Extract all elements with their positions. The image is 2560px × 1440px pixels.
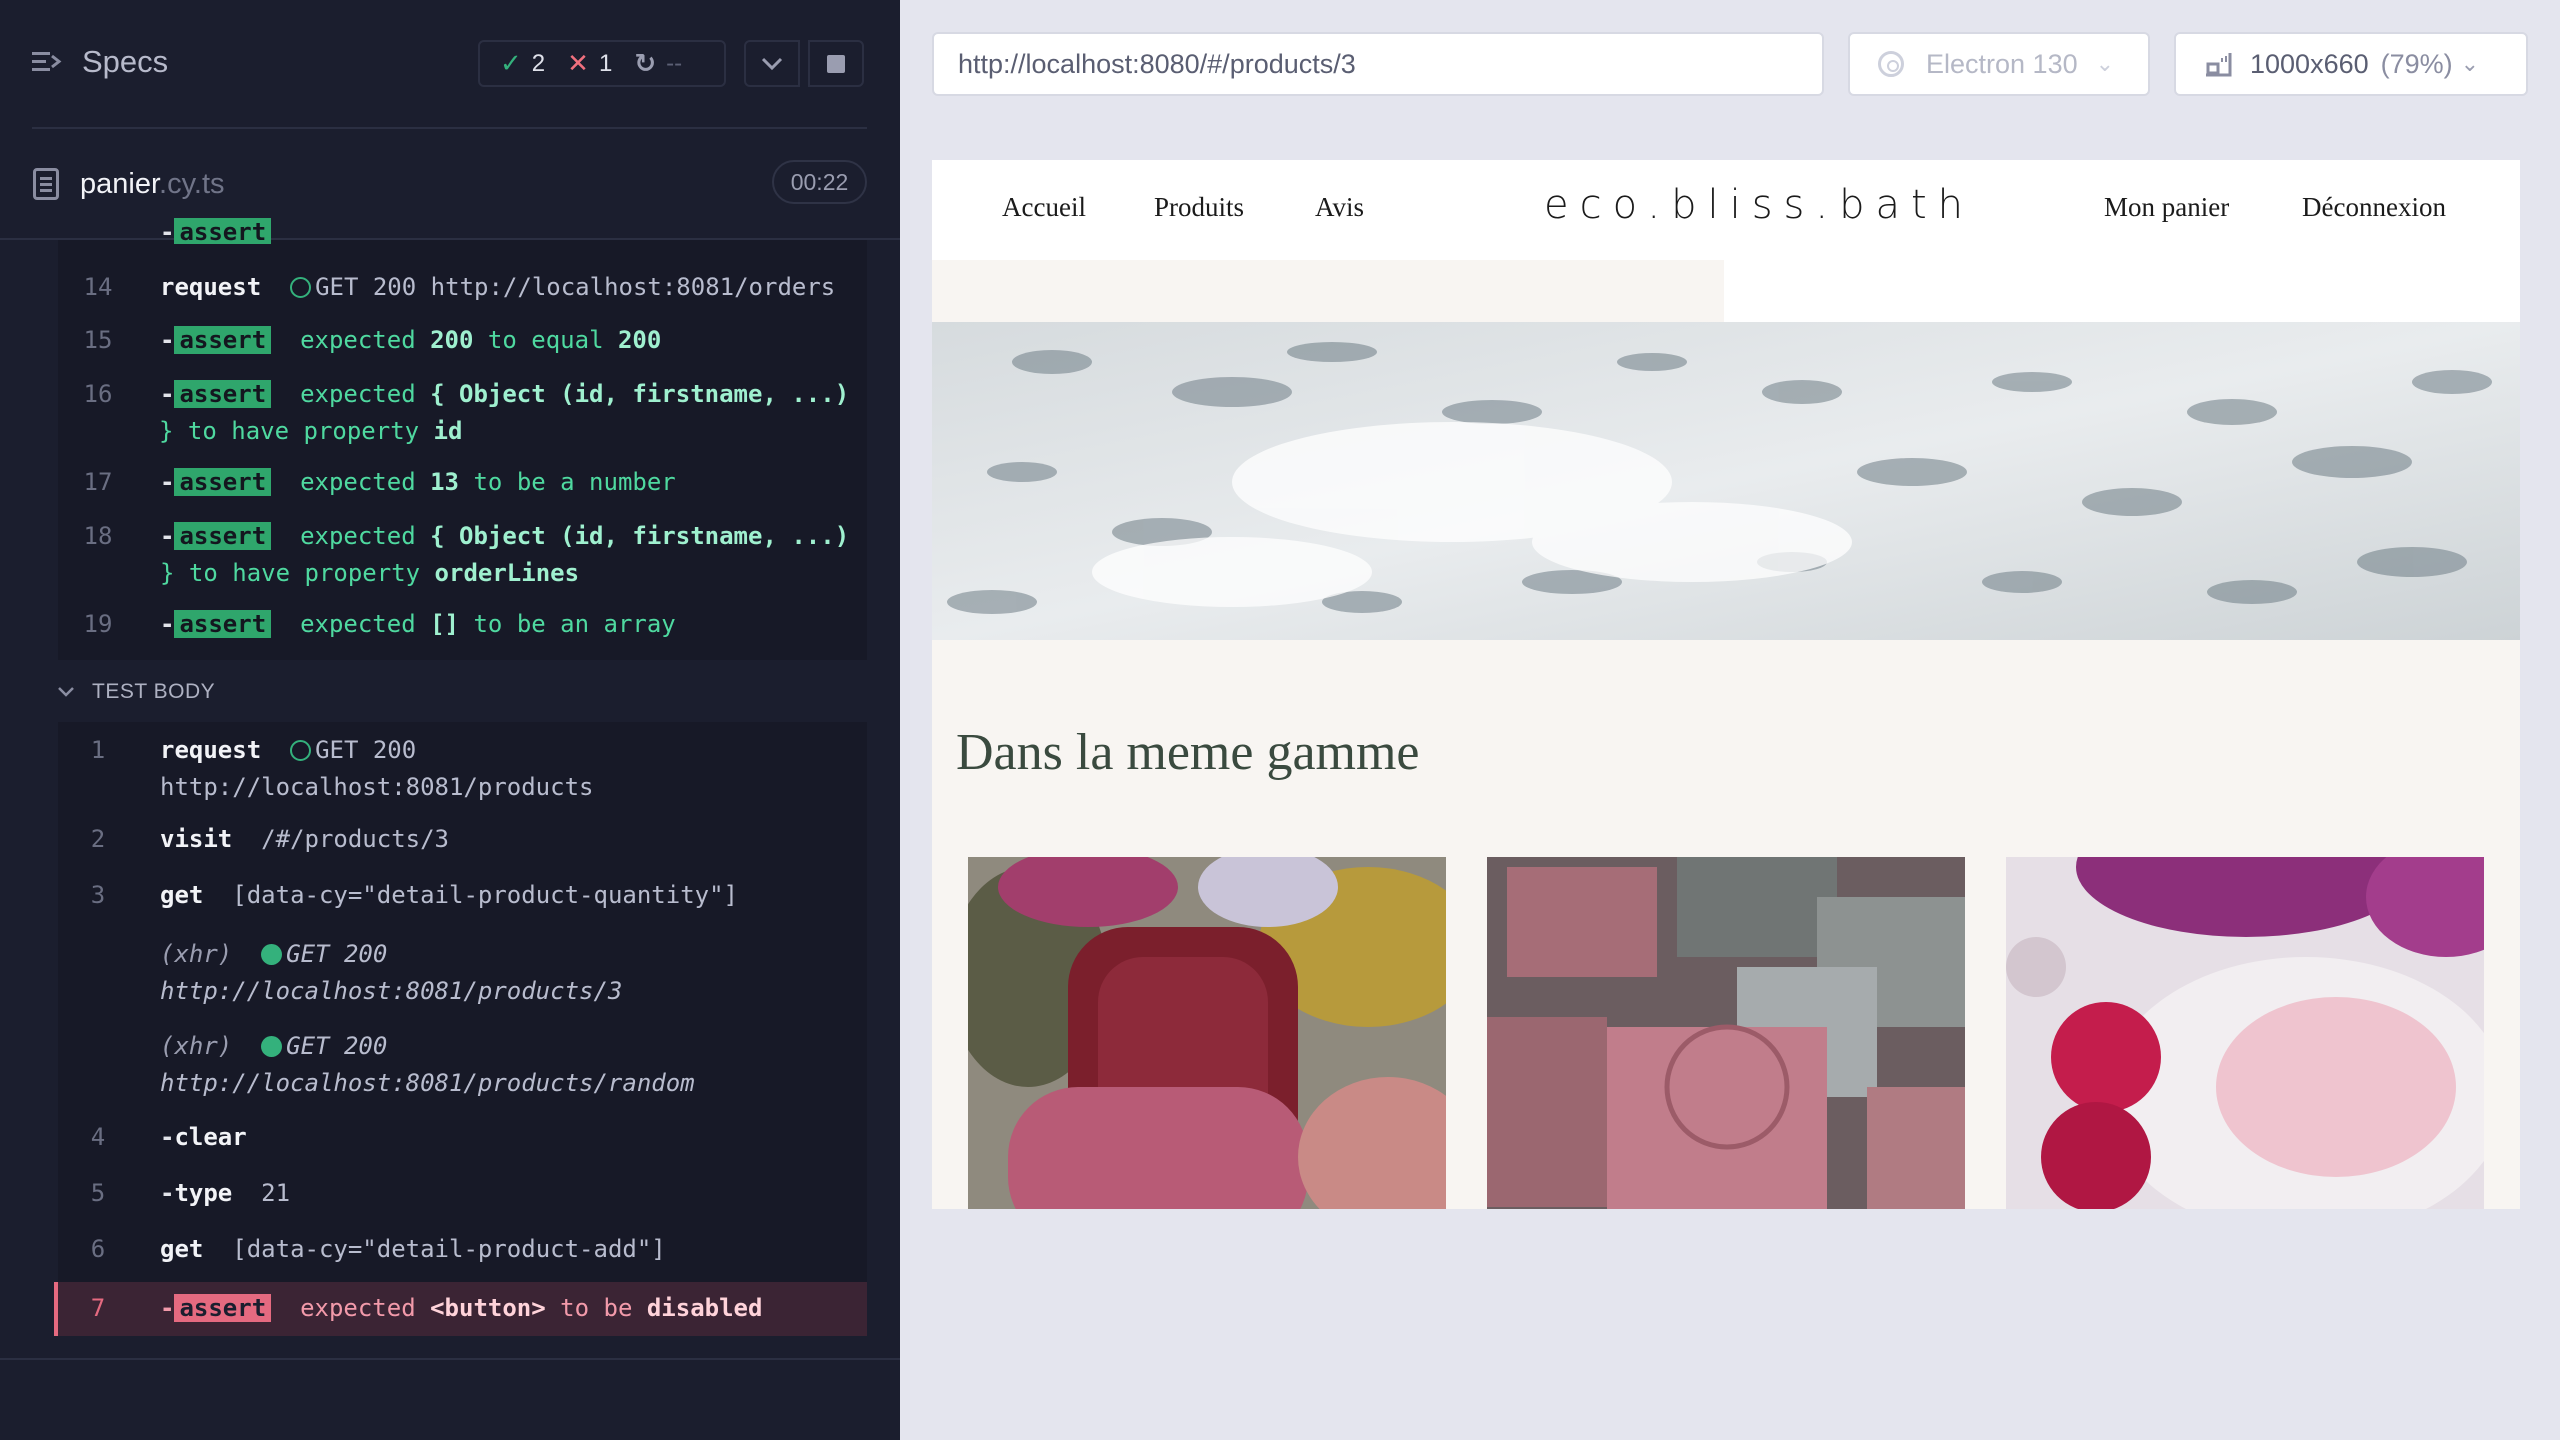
failed-stat: ✕ 1 (567, 48, 612, 79)
duration-badge: 00:22 (772, 160, 867, 204)
white-band (1724, 260, 2520, 322)
test-body-label: TEST BODY (92, 680, 216, 703)
stop-icon (827, 54, 845, 73)
cross-icon: ✕ (567, 48, 589, 78)
status-dot-icon (261, 944, 283, 965)
xhr-row[interactable]: (xhr) GET 200 http://localhost:8081/produ… (58, 936, 867, 1012)
nav-products-link[interactable]: Produits (1154, 192, 1244, 223)
chevron-down-icon: ⌄ (2095, 51, 2115, 76)
url-bar[interactable]: http://localhost:8080/#/products/3 (932, 32, 1824, 96)
spec-file-name: panier.cy.ts (80, 168, 225, 201)
chevron-down-icon (761, 57, 783, 70)
divider (0, 1358, 900, 1360)
status-dot-icon (261, 1036, 283, 1057)
passed-count: 2 (531, 49, 546, 77)
failed-command-row[interactable]: 7 - assert expected <button> to be disabl… (54, 1282, 867, 1336)
command-row[interactable]: 1 request GET 200 http://localhost:8081/p… (58, 732, 867, 808)
command-row[interactable]: 16 - assert expected { Object (id, firstn… (58, 376, 867, 452)
nav-logout-link[interactable]: Déconnexion (2302, 192, 2446, 223)
divider (32, 127, 867, 129)
command-row[interactable]: 17 - assert expected 13 to be a number (58, 464, 867, 504)
spec-file-base: panier (80, 168, 160, 200)
browser-label: Electron 130 (1926, 48, 2078, 79)
product-card-2-image[interactable] (1487, 857, 1965, 1209)
specs-toggle[interactable]: Specs (32, 44, 168, 80)
pending-stat: ↻ -- (634, 48, 682, 79)
command-row[interactable]: 3 get [data-cy="detail-product-quantity"… (58, 877, 867, 917)
command-row[interactable]: 5 -type 21 (58, 1175, 867, 1215)
chevron-down-icon: ⌄ (2460, 51, 2480, 76)
stop-button[interactable] (808, 40, 864, 87)
specs-title: Specs (82, 44, 169, 79)
failed-count: 1 (598, 49, 613, 77)
command-row[interactable]: 18 - assert expected { Object (id, firstn… (58, 518, 867, 594)
command-row[interactable]: 15 - assert expected 200 to equal 200 (58, 322, 867, 362)
product-card-1-image[interactable] (968, 857, 1446, 1209)
nav-reviews-link[interactable]: Avis (1315, 192, 1364, 223)
command-row[interactable]: 2 visit /#/products/3 (58, 821, 867, 861)
test-body-commands: 1 request GET 200 http://localhost:8081/p… (54, 722, 867, 1336)
check-icon: ✓ (500, 48, 522, 78)
file-icon (33, 168, 59, 200)
viewport-scale: (79%) (2380, 48, 2453, 79)
viewport-icon (2206, 53, 2232, 77)
electron-icon (1878, 51, 1904, 77)
test-body-toggle[interactable]: TEST BODY (58, 680, 215, 704)
section-title: Dans la meme gamme (956, 724, 1420, 781)
site-logo[interactable]: eco.bliss.bath (1544, 182, 1974, 228)
viewport-size: 1000x660 (2250, 48, 2369, 79)
sea-foam-banner (932, 322, 2520, 640)
hook-commands: - assert 14 request GET 200 http://localh… (58, 218, 867, 660)
pending-count: -- (666, 49, 683, 77)
nav-home-link[interactable]: Accueil (1002, 192, 1086, 223)
status-circle-icon (290, 740, 312, 761)
chevron-down-icon (58, 687, 74, 697)
reporter-panel: Specs ✓ 2 ✕ 1 ↻ -- panier.cy.ts 00:22 - … (0, 0, 900, 1440)
command-row[interactable]: 14 request GET 200 http://localhost:8081… (58, 269, 867, 309)
product-card-3-image[interactable] (2006, 857, 2484, 1209)
nav-cart-link[interactable]: Mon panier (2104, 192, 2229, 223)
browser-select[interactable]: Electron 130 ⌄ (1848, 32, 2150, 96)
site-navbar: Accueil Produits Avis eco.bliss.bath Mon… (932, 160, 2520, 260)
passed-stat: ✓ 2 (500, 48, 545, 79)
test-stats: ✓ 2 ✕ 1 ↻ -- (478, 40, 726, 87)
command-row[interactable]: 19 - assert expected [] to be an array (58, 606, 867, 646)
viewport-select[interactable]: 1000x660 (79%) ⌄ (2174, 32, 2528, 96)
specs-list-icon (32, 52, 62, 71)
command-row[interactable]: 6 get [data-cy="detail-product-add"] (58, 1231, 867, 1271)
status-circle-icon (290, 277, 312, 298)
xhr-row[interactable]: (xhr) GET 200 http://localhost:8081/produ… (58, 1028, 867, 1104)
command-row-clipped: - assert (58, 214, 867, 244)
command-row[interactable]: 4 -clear (58, 1119, 867, 1159)
collapse-all-button[interactable] (744, 40, 800, 87)
pending-icon: ↻ (634, 48, 657, 78)
specs-header: Specs ✓ 2 ✕ 1 ↻ -- (0, 0, 900, 130)
spec-file-ext: .cy.ts (159, 168, 225, 200)
spec-file-row[interactable]: panier.cy.ts (0, 150, 900, 220)
site-preview: Accueil Produits Avis eco.bliss.bath Mon… (932, 160, 2520, 1209)
